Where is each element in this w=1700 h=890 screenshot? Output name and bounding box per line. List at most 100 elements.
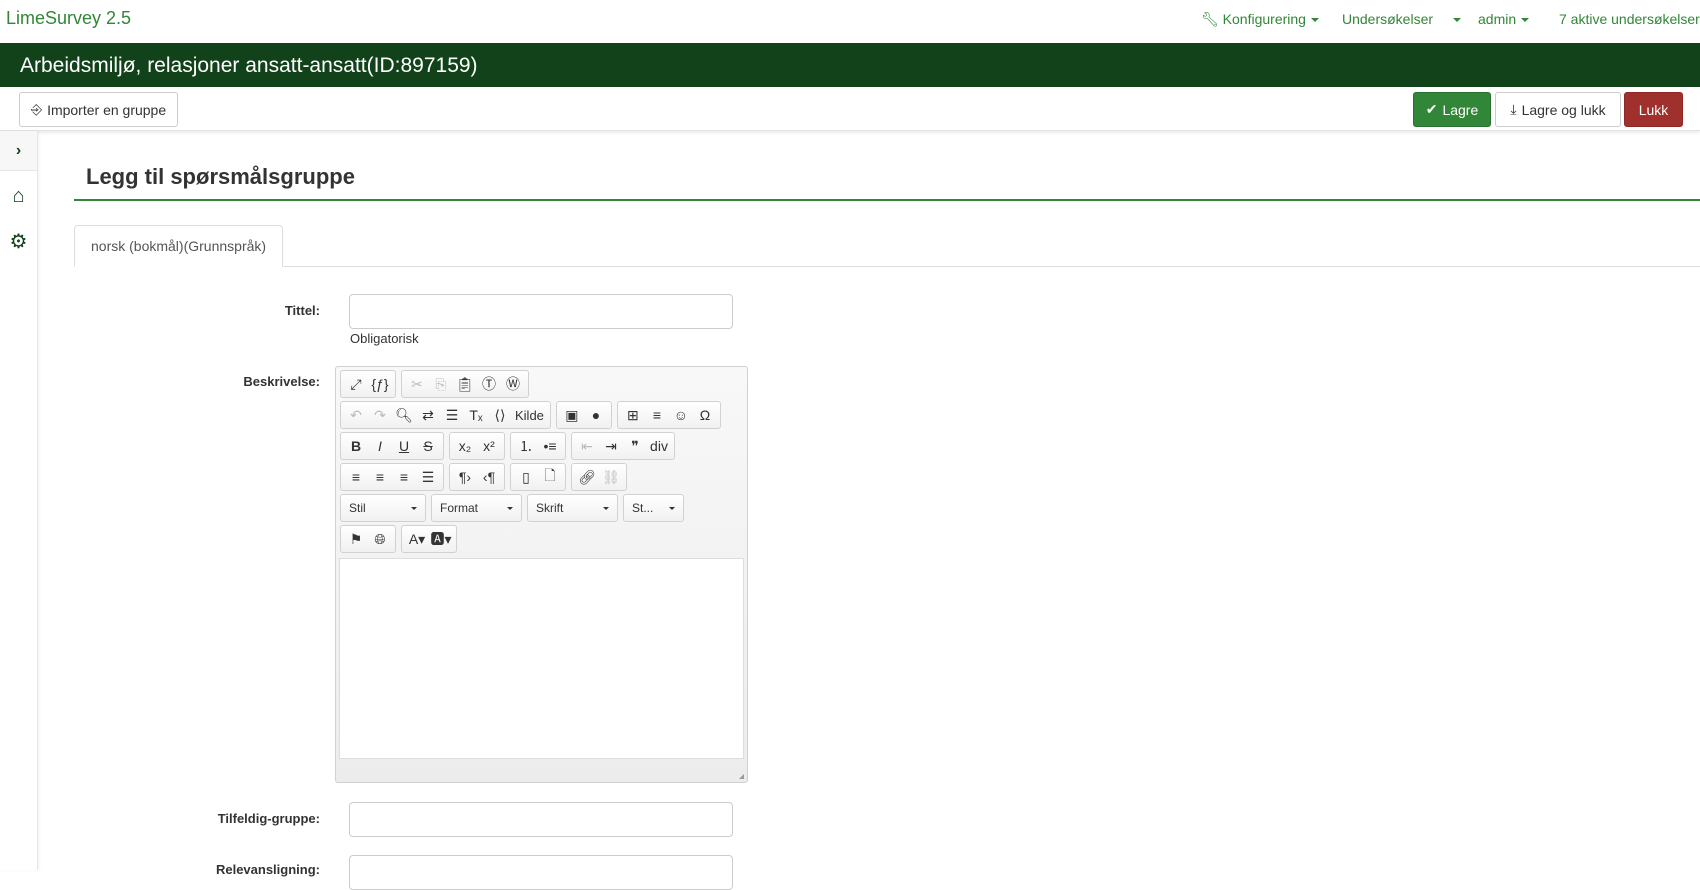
editor-toolbar-group: ⒈ •≡ <box>510 432 566 460</box>
chevron-right-icon[interactable]: › <box>0 131 37 171</box>
editor-toolbar-group: ⇤ ⇥ ❞ div <box>571 432 675 460</box>
strike-icon[interactable]: S <box>416 434 440 458</box>
nav-active-surveys[interactable]: 7 aktive undersøkelser <box>1559 11 1700 27</box>
numbered-list-icon[interactable]: ⒈ <box>514 434 538 458</box>
save-and-close-button[interactable]: ⤓ Lagre og lukk <box>1495 92 1621 127</box>
gear-icon[interactable]: ⚙ <box>0 221 37 261</box>
style-combo[interactable]: Stil <box>340 494 426 522</box>
caret-down-icon <box>1453 18 1461 23</box>
description-editor-area[interactable] <box>339 558 744 759</box>
maximize-icon[interactable]: ⤢ <box>344 372 368 396</box>
nav-surveys-dropdown[interactable] <box>1448 11 1461 27</box>
paste-text-icon[interactable]: Ⓣ <box>477 372 501 396</box>
align-left-icon[interactable]: ≡ <box>344 465 368 489</box>
save-button[interactable]: ✔ Lagre <box>1413 92 1491 127</box>
remove-format-icon[interactable]: Tₓ <box>464 403 488 427</box>
caret-down-icon <box>669 506 675 510</box>
underline-icon[interactable]: U <box>392 434 416 458</box>
undo-icon[interactable]: ↶ <box>344 403 368 427</box>
editor-toolbar-row: ⚑ 🌐︎ A▾ 🅰▾ <box>336 522 747 553</box>
source-label[interactable]: Kilde <box>512 403 547 427</box>
size-combo[interactable]: St... <box>623 494 684 522</box>
create-div-icon[interactable]: div <box>647 434 671 458</box>
flash-icon[interactable]: ● <box>584 403 608 427</box>
editor-toolbar-group: ✂ ⎘ 📋︎ Ⓣ Ⓦ <box>401 370 529 398</box>
button-label: Lagre og lukk <box>1521 101 1606 118</box>
close-button[interactable]: Lukk <box>1624 92 1683 127</box>
random-group-input[interactable] <box>349 802 733 837</box>
blockquote-icon[interactable]: ❞ <box>623 434 647 458</box>
redo-icon[interactable]: ↷ <box>368 403 392 427</box>
tab-norwegian[interactable]: norsk (bokmål)(Grunnspråk) <box>74 225 284 267</box>
import-group-button[interactable]: ⎆ Importer en gruppe <box>19 92 178 127</box>
select-all-icon[interactable]: ☰ <box>440 403 464 427</box>
table-icon[interactable]: ⊞ <box>621 403 645 427</box>
editor-toolbar-group: ↶ ↷ 🔍︎ ⇄ ☰ Tₓ ⟨⟩ Kilde <box>340 401 551 429</box>
action-toolbar: ⎆ Importer en gruppe ✔ Lagre ⤓ Lagre og luk… <box>0 87 1700 131</box>
editor-toolbar-group: ▯ 🗋︎ <box>510 463 566 491</box>
paste-word-icon[interactable]: Ⓦ <box>501 372 525 396</box>
nav-configuration[interactable]: 🔧︎ Konfigurering <box>1201 11 1319 28</box>
copy-icon[interactable]: ⎘ <box>429 372 453 396</box>
resize-handle[interactable] <box>739 774 744 779</box>
format-combo[interactable]: Format <box>431 494 522 522</box>
align-center-icon[interactable]: ≡ <box>368 465 392 489</box>
outdent-icon[interactable]: ⇤ <box>575 434 599 458</box>
editor-toolbar-row: B I U Sx₂ x² ⒈ •≡ ⇤ ⇥ ❞ div <box>336 429 747 460</box>
text-color-icon[interactable]: A▾ <box>405 527 429 551</box>
bg-color-icon[interactable]: 🅰▾ <box>429 527 453 551</box>
special-char-icon[interactable]: Ω <box>693 403 717 427</box>
combo-label: Format <box>440 501 479 515</box>
nav-label: Konfigurering <box>1222 11 1306 27</box>
bold-icon[interactable]: B <box>344 434 368 458</box>
align-right-icon[interactable]: ≡ <box>392 465 416 489</box>
source-icon[interactable]: ⟨⟩ <box>488 403 512 427</box>
editor-combo-row: Stil Format Skrift St... <box>336 491 747 522</box>
survey-title: Arbeidsmiljø, relasjoner ansatt-ansatt(I… <box>0 43 1700 87</box>
subscript-icon[interactable]: x₂ <box>453 434 477 458</box>
title-label: Tittel: <box>284 303 320 318</box>
caret-down-icon <box>507 506 513 510</box>
import-icon: ⎆ <box>30 101 43 117</box>
cut-icon[interactable]: ✂ <box>405 372 429 396</box>
find-icon[interactable]: 🔍︎ <box>392 403 416 427</box>
font-combo[interactable]: Skrift <box>527 494 618 522</box>
editor-toolbar-group: x₂ x² <box>449 432 505 460</box>
superscript-icon[interactable]: x² <box>477 434 501 458</box>
nav-surveys[interactable]: Undersøkelser <box>1342 11 1433 27</box>
unlink-icon[interactable]: ⛓ <box>599 465 623 489</box>
rtl-icon[interactable]: ‹¶ <box>477 465 501 489</box>
relevance-input[interactable] <box>349 855 733 890</box>
language-icon[interactable]: ⚑ <box>344 527 368 551</box>
paste-icon[interactable]: 📋︎ <box>453 372 477 396</box>
templates-icon[interactable]: ▯ <box>514 465 538 489</box>
image-icon[interactable]: ▣ <box>560 403 584 427</box>
editor-toolbar-row: ⤢ {ƒ} ✂ ⎘ 📋︎ Ⓣ Ⓦ <box>336 367 747 398</box>
button-label: Lagre <box>1442 101 1479 118</box>
title-input[interactable] <box>349 294 733 329</box>
ltr-icon[interactable]: ¶› <box>453 465 477 489</box>
editor-toolbar-group: ≡ ≡ ≡ ☰ <box>340 463 444 491</box>
page-title: Legg til spørsmålsgruppe <box>86 164 355 189</box>
save-close-icon: ⤓ <box>1510 101 1517 117</box>
link-icon[interactable]: 🔗︎ <box>575 465 599 489</box>
smiley-icon[interactable]: ☺ <box>669 403 693 427</box>
caret-down-icon <box>1310 18 1319 23</box>
new-page-icon[interactable]: 🗋︎ <box>538 465 562 489</box>
horizontal-rule-icon[interactable]: ≡ <box>645 403 669 427</box>
brand-logo[interactable]: LimeSurvey 2.5 <box>6 8 131 29</box>
replace-icon[interactable]: ⇄ <box>416 403 440 427</box>
bulleted-list-icon[interactable]: •≡ <box>538 434 562 458</box>
nav-admin[interactable]: admin <box>1478 11 1530 27</box>
nav-label: admin <box>1478 11 1517 27</box>
indent-icon[interactable]: ⇥ <box>599 434 623 458</box>
rich-text-editor: ⤢ {ƒ} ✂ ⎘ 📋︎ Ⓣ Ⓦ ↶ ↷ 🔍︎ ⇄ ☰ Tₓ ⟨⟩ Kilde ▣ ● ⊞ ≡ ☺ Ω B I U Sx₂ x² ⒈… <box>335 366 748 783</box>
sidebar: › ⌂ ⚙ <box>0 131 38 870</box>
home-icon[interactable]: ⌂ <box>0 171 37 221</box>
justify-icon[interactable]: ☰ <box>416 465 440 489</box>
editor-toolbar: ⤢ {ƒ} ✂ ⎘ 📋︎ Ⓣ Ⓦ ↶ ↷ 🔍︎ ⇄ ☰ Tₓ ⟨⟩ Kilde ▣ ● ⊞ ≡ ☺ Ω B I U Sx₂ x² ⒈… <box>336 367 747 491</box>
expressions-icon[interactable]: {ƒ} <box>368 372 392 396</box>
editor-toolbar-group: 🔗︎ ⛓ <box>571 463 627 491</box>
bidi-icon[interactable]: 🌐︎ <box>368 527 392 551</box>
italic-icon[interactable]: I <box>368 434 392 458</box>
